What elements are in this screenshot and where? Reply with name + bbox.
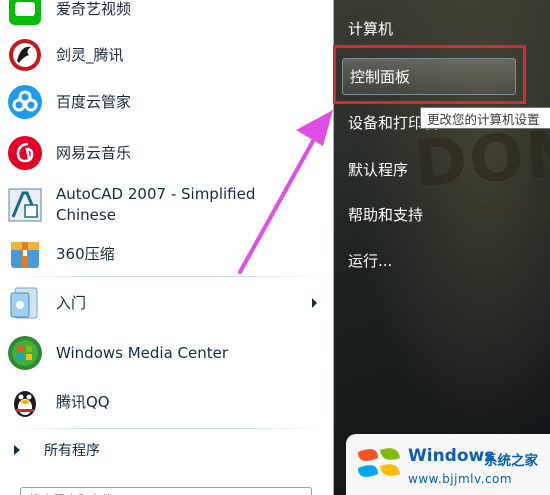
separator bbox=[8, 428, 324, 429]
getting-started-icon bbox=[6, 284, 44, 322]
all-programs-label: 所有程序 bbox=[44, 443, 100, 459]
red-highlight-box bbox=[333, 45, 526, 104]
program-label: 百度云管家 bbox=[56, 92, 132, 111]
media-center-icon bbox=[6, 334, 44, 372]
separator bbox=[8, 276, 324, 277]
watermark-site-name: 系统之家 bbox=[484, 453, 538, 469]
search-input[interactable] bbox=[21, 488, 287, 495]
menu-item-label: 默认程序 bbox=[348, 160, 409, 179]
baidu-cloud-icon bbox=[6, 83, 44, 121]
autocad-icon bbox=[6, 186, 44, 224]
menu-item-label: 计算机 bbox=[348, 19, 394, 38]
qq-penguin-icon bbox=[6, 383, 44, 421]
triangle-right-icon bbox=[14, 445, 20, 455]
program-label: 剑灵_腾讯 bbox=[56, 45, 124, 64]
start-menu-programs-pane: 爱奇艺视频 剑灵_腾讯 百度云管家 网易云音乐 AutoCAD 2007 - S… bbox=[0, 0, 334, 495]
tooltip: 更改您的计算机设置 bbox=[420, 107, 550, 129]
program-label: 入门 bbox=[56, 293, 87, 312]
program-item-autocad[interactable]: AutoCAD 2007 - Simplified Chinese bbox=[6, 184, 324, 226]
menu-item-help-support[interactable]: 帮助和支持 bbox=[348, 200, 423, 228]
watermark-brand: Windows bbox=[408, 446, 495, 466]
background-wallpaper-subtext: TONIGHT bbox=[454, 200, 550, 225]
program-label-line2: Chinese bbox=[56, 206, 116, 224]
program-label: 爱奇艺视频 bbox=[56, 0, 132, 18]
submenu-arrow-icon bbox=[312, 298, 317, 308]
search-box[interactable] bbox=[20, 487, 312, 495]
program-label: 网易云音乐 bbox=[56, 143, 132, 162]
program-item-getting-started[interactable]: 入门 bbox=[6, 284, 324, 322]
menu-item-label: 帮助和支持 bbox=[348, 205, 424, 224]
menu-item-run[interactable]: 运行... bbox=[348, 246, 392, 274]
program-label: 腾讯QQ bbox=[56, 392, 110, 411]
iqiyi-icon bbox=[6, 0, 44, 28]
program-item-media-center[interactable]: Windows Media Center bbox=[6, 334, 324, 372]
program-label: Windows Media Center bbox=[56, 343, 229, 362]
all-programs-button[interactable]: 所有程序 bbox=[14, 436, 314, 464]
menu-item-default-programs[interactable]: 默认程序 bbox=[348, 155, 408, 183]
watermark-url: www.bjjmlv.com bbox=[408, 472, 513, 486]
windows-flag-icon bbox=[354, 444, 402, 492]
program-item-360-archive[interactable]: 360压缩 bbox=[6, 235, 324, 273]
program-item-netease-music[interactable]: 网易云音乐 bbox=[6, 134, 324, 172]
menu-item-computer[interactable]: 计算机 bbox=[348, 14, 393, 42]
netease-music-icon bbox=[6, 134, 44, 172]
watermark-logo: Windows 系统之家 www.bjjmlv.com bbox=[346, 434, 550, 495]
archive-icon bbox=[6, 235, 44, 273]
program-item-blade-soul[interactable]: 剑灵_腾讯 bbox=[6, 36, 324, 74]
program-label: 360压缩 bbox=[56, 244, 115, 263]
program-label: AutoCAD 2007 - Simplified bbox=[56, 185, 256, 203]
program-item-qq[interactable]: 腾讯QQ bbox=[6, 383, 324, 421]
program-item-iqiyi[interactable]: 爱奇艺视频 bbox=[6, 0, 324, 28]
program-label-block: AutoCAD 2007 - Simplified Chinese bbox=[56, 184, 255, 226]
program-item-baidu-cloud[interactable]: 百度云管家 bbox=[6, 83, 324, 121]
blade-soul-icon bbox=[6, 36, 44, 74]
menu-item-label: 运行... bbox=[348, 251, 393, 270]
